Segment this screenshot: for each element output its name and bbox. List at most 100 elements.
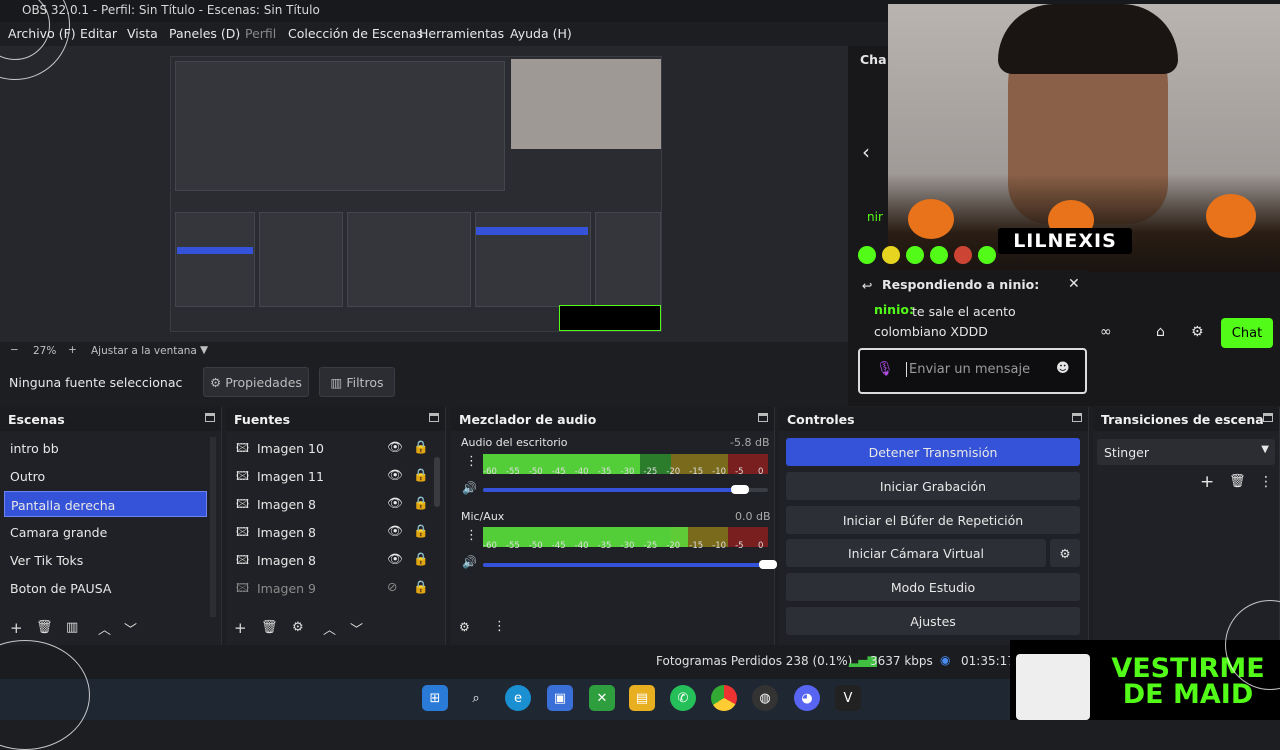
- zoom-dropdown-icon[interactable]: ▼: [200, 344, 208, 356]
- menu-tools[interactable]: Herramientas: [419, 26, 504, 41]
- scene-remove-icon[interactable]: 🗑: [36, 620, 53, 635]
- scenes-scrollbar[interactable]: [210, 437, 216, 617]
- filters-button[interactable]: ▥ Filtros: [319, 367, 395, 397]
- source-item[interactable]: 🖾 Imagen 11 👁 🔒: [236, 463, 436, 489]
- source-remove-icon[interactable]: 🗑: [261, 620, 278, 635]
- undock-icon[interactable]: [429, 413, 439, 422]
- speaker-icon[interactable]: 🔊: [462, 555, 477, 569]
- settings-icon[interactable]: ⚙: [1191, 324, 1204, 340]
- menu-help[interactable]: Ayuda (H): [510, 26, 572, 41]
- search-icon[interactable]: ⌕: [463, 685, 489, 711]
- edge-icon[interactable]: e: [505, 685, 531, 711]
- kebab-menu-icon[interactable]: ⋮: [465, 454, 478, 469]
- reply-icon: ↩: [862, 278, 873, 293]
- eye-icon[interactable]: 👁: [387, 467, 403, 483]
- lock-icon[interactable]: 🔒: [413, 551, 429, 567]
- eye-hidden-icon[interactable]: ⊘: [387, 579, 397, 594]
- stop-stream-button[interactable]: Detener Transmisión: [786, 438, 1080, 466]
- scene-item[interactable]: Boton de PAUSA: [4, 575, 207, 601]
- virtual-camera-settings-button[interactable]: ⚙: [1050, 539, 1080, 567]
- xbox-icon[interactable]: ✕: [589, 685, 615, 711]
- source-add-icon[interactable]: +: [234, 619, 247, 637]
- start-replay-buffer-button[interactable]: Iniciar el Búfer de Repetición: [786, 506, 1080, 534]
- undock-icon[interactable]: [758, 413, 768, 422]
- zoom-fit-label[interactable]: Ajustar a la ventana: [91, 345, 197, 357]
- eye-icon[interactable]: 👁: [387, 495, 403, 511]
- scene-up-icon[interactable]: ︿: [98, 619, 111, 638]
- lock-icon[interactable]: 🔒: [413, 523, 429, 539]
- scene-item-selected[interactable]: Pantalla derecha: [4, 491, 207, 517]
- volume-slider-handle[interactable]: [759, 560, 777, 569]
- source-label: Imagen 9: [257, 581, 316, 596]
- transition-remove-icon[interactable]: 🗑: [1229, 474, 1246, 489]
- speaker-icon[interactable]: 🔊: [462, 481, 477, 495]
- source-item-hidden[interactable]: 🖾 Imagen 9 ⊘ 🔒: [236, 575, 436, 601]
- start-virtual-camera-button[interactable]: Iniciar Cámara Virtual: [786, 539, 1046, 567]
- image-icon: 🖾: [236, 553, 250, 567]
- emoji-icon[interactable]: ☻: [1056, 361, 1070, 376]
- meter-tick-label: -5: [735, 541, 744, 551]
- undock-icon[interactable]: [1263, 413, 1273, 422]
- undock-icon[interactable]: [205, 413, 215, 422]
- transition-add-icon[interactable]: +: [1200, 472, 1214, 492]
- zoom-in-button[interactable]: +: [68, 344, 77, 356]
- source-item[interactable]: 🖾 Imagen 10 👁 🔒: [236, 435, 436, 461]
- properties-button[interactable]: ⚙ Propiedades: [203, 367, 309, 397]
- transition-menu-icon[interactable]: ⋮: [1259, 474, 1273, 490]
- undock-icon[interactable]: [1072, 413, 1082, 422]
- source-up-icon[interactable]: ︿: [323, 619, 336, 638]
- points-icon[interactable]: ∞: [1100, 324, 1112, 340]
- folder-icon[interactable]: ▤: [629, 685, 655, 711]
- stream-icon: ◉: [940, 653, 951, 667]
- menu-edit[interactable]: Editar: [80, 26, 117, 41]
- lock-icon[interactable]: 🔒: [413, 579, 429, 595]
- source-item[interactable]: 🖾 Imagen 8 👁 🔒: [236, 491, 436, 517]
- menu-profile[interactable]: Perfil: [245, 26, 276, 41]
- chrome-icon[interactable]: [711, 685, 737, 711]
- mixer-menu-icon[interactable]: ⋮: [493, 619, 506, 634]
- scene-item[interactable]: Outro: [4, 463, 207, 489]
- close-reply-icon[interactable]: ✕: [1068, 276, 1080, 292]
- start-recording-button[interactable]: Iniciar Grabación: [786, 472, 1080, 500]
- kebab-menu-icon[interactable]: ⋮: [465, 528, 478, 543]
- transition-select[interactable]: Stinger ▼: [1097, 439, 1275, 465]
- menu-scene-collection[interactable]: Colección de Escenas: [288, 26, 423, 41]
- source-down-icon[interactable]: ﹀: [350, 619, 363, 638]
- chat-message-input[interactable]: 🎙 Enviar un mensaje ☻: [858, 348, 1087, 394]
- scene-down-icon[interactable]: ﹀: [124, 619, 137, 638]
- eye-icon[interactable]: 👁: [387, 439, 403, 455]
- source-item[interactable]: 🖾 Imagen 8 👁 🔒: [236, 547, 436, 573]
- whatsapp-icon[interactable]: ✆: [670, 685, 696, 711]
- zoom-out-button[interactable]: −: [10, 344, 19, 356]
- preview-canvas[interactable]: [170, 56, 662, 332]
- lock-icon[interactable]: 🔒: [413, 439, 429, 455]
- store-icon[interactable]: ▣: [547, 685, 573, 711]
- eye-icon[interactable]: 👁: [387, 551, 403, 567]
- volume-slider-handle[interactable]: [730, 485, 749, 494]
- source-settings-icon[interactable]: ⚙: [292, 620, 304, 635]
- chevron-left-icon[interactable]: ‹: [862, 140, 870, 164]
- microphone-icon[interactable]: 🎙: [876, 361, 894, 377]
- studio-mode-button[interactable]: Modo Estudio: [786, 573, 1080, 601]
- scenes-title: Escenas: [8, 412, 65, 427]
- menu-docks[interactable]: Paneles (D): [169, 26, 240, 41]
- chat-tab[interactable]: Cha: [860, 52, 887, 67]
- lock-icon[interactable]: 🔒: [413, 467, 429, 483]
- send-chat-button[interactable]: Chat: [1221, 318, 1273, 348]
- scene-filter-icon[interactable]: ▥: [66, 620, 78, 635]
- scene-item[interactable]: intro bb: [4, 435, 207, 461]
- windows-start-icon[interactable]: ⊞: [422, 685, 448, 711]
- lock-icon[interactable]: 🔒: [413, 495, 429, 511]
- obs-icon[interactable]: ◍: [752, 685, 778, 711]
- scene-item[interactable]: Camara grande: [4, 519, 207, 545]
- store-icon[interactable]: ⌂: [1156, 324, 1165, 340]
- eye-icon[interactable]: 👁: [387, 523, 403, 539]
- discord-icon[interactable]: ◕: [794, 685, 820, 711]
- menu-view[interactable]: Vista: [127, 26, 158, 41]
- gta-icon[interactable]: V: [835, 685, 861, 711]
- scene-item[interactable]: Ver Tik Toks: [4, 547, 207, 573]
- scene-add-icon[interactable]: +: [10, 619, 23, 637]
- settings-button[interactable]: Ajustes: [786, 607, 1080, 635]
- source-item[interactable]: 🖾 Imagen 8 👁 🔒: [236, 519, 436, 545]
- mixer-settings-icon[interactable]: ⚙: [459, 620, 470, 634]
